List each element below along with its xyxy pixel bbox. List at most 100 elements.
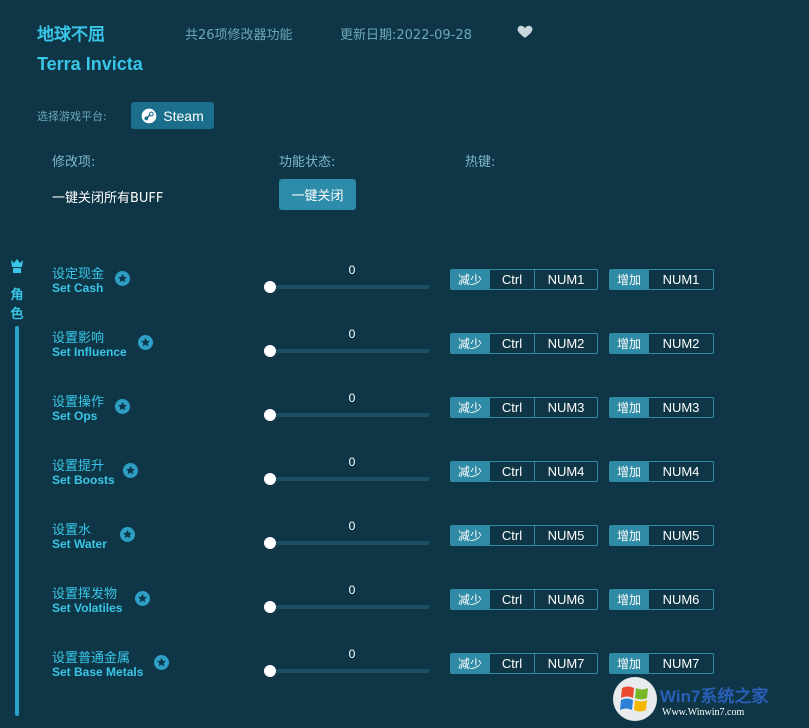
- decrease-key: NUM4: [534, 462, 597, 481]
- modifier-key: Ctrl: [489, 526, 534, 545]
- disable-all-buff-label: 一键关闭所有BUFF: [52, 191, 164, 206]
- increase-hotkey[interactable]: 增加 NUM7: [609, 653, 714, 674]
- decrease-hotkey[interactable]: 减少 Ctrl NUM2: [450, 333, 598, 354]
- increase-key: NUM3: [648, 398, 713, 417]
- increase-label: 增加: [610, 654, 648, 673]
- slider-thumb[interactable]: [264, 537, 276, 549]
- increase-key: NUM1: [648, 270, 713, 289]
- mod-row-influence: 设置影响 Set Influence 0 减少 Ctrl NUM2 增加 NUM…: [0, 327, 809, 391]
- star-icon[interactable]: [138, 335, 153, 350]
- increase-label: 增加: [610, 270, 648, 289]
- column-header-hotkey: 热键:: [465, 155, 496, 170]
- row-label-cn: 设置普通金属: [52, 651, 131, 666]
- slider-value: 0: [348, 455, 356, 469]
- increase-hotkey[interactable]: 增加 NUM3: [609, 397, 714, 418]
- decrease-hotkey[interactable]: 减少 Ctrl NUM5: [450, 525, 598, 546]
- star-icon[interactable]: [115, 271, 130, 286]
- increase-hotkey[interactable]: 增加 NUM4: [609, 461, 714, 482]
- update-date: 更新日期:2022-09-28: [340, 28, 472, 43]
- row-label-en: Set Volatiles: [52, 601, 123, 615]
- decrease-hotkey[interactable]: 减少 Ctrl NUM6: [450, 589, 598, 610]
- decrease-key: NUM7: [534, 654, 597, 673]
- slider-value: 0: [348, 391, 356, 405]
- increase-key: NUM2: [648, 334, 713, 353]
- steam-label: Steam: [163, 107, 204, 124]
- modifier-key: Ctrl: [489, 270, 534, 289]
- column-header-status: 功能状态:: [279, 155, 336, 170]
- slider-thumb[interactable]: [264, 601, 276, 613]
- row-label-en: Set Cash: [52, 281, 104, 295]
- decrease-key: NUM3: [534, 398, 597, 417]
- row-label-cn: 设置影响: [52, 331, 105, 346]
- decrease-key: NUM5: [534, 526, 597, 545]
- increase-label: 增加: [610, 334, 648, 353]
- decrease-label: 减少: [451, 398, 489, 417]
- steam-platform-button[interactable]: Steam: [131, 102, 214, 129]
- slider-thumb[interactable]: [264, 409, 276, 421]
- heart-icon[interactable]: [516, 22, 534, 40]
- slider-thumb[interactable]: [264, 281, 276, 293]
- decrease-label: 减少: [451, 526, 489, 545]
- decrease-hotkey[interactable]: 减少 Ctrl NUM3: [450, 397, 598, 418]
- slider-track[interactable]: [268, 349, 430, 353]
- slider-track[interactable]: [268, 605, 430, 609]
- row-label-cn: 设定现金: [52, 267, 105, 282]
- decrease-label: 减少: [451, 654, 489, 673]
- star-icon[interactable]: [120, 527, 135, 542]
- slider-value: 0: [348, 327, 356, 341]
- increase-hotkey[interactable]: 增加 NUM6: [609, 589, 714, 610]
- increase-key: NUM4: [648, 462, 713, 481]
- slider-track[interactable]: [268, 285, 430, 289]
- slider-value: 0: [348, 583, 356, 597]
- disable-all-buff-button[interactable]: 一键关闭: [279, 179, 356, 210]
- steam-icon: [141, 108, 157, 123]
- decrease-label: 减少: [451, 462, 489, 481]
- increase-hotkey[interactable]: 增加 NUM2: [609, 333, 714, 354]
- slider-track[interactable]: [268, 541, 430, 545]
- slider-track[interactable]: [268, 669, 430, 673]
- decrease-hotkey[interactable]: 减少 Ctrl NUM4: [450, 461, 598, 482]
- increase-key: NUM7: [648, 654, 713, 673]
- slider-track[interactable]: [268, 413, 430, 417]
- game-title-cn: 地球不屈: [37, 25, 105, 45]
- increase-hotkey[interactable]: 增加 NUM1: [609, 269, 714, 290]
- decrease-key: NUM6: [534, 590, 597, 609]
- watermark-brand: Win7系统之家: [660, 687, 769, 706]
- increase-label: 增加: [610, 462, 648, 481]
- decrease-label: 减少: [451, 334, 489, 353]
- row-label-cn: 设置水: [52, 523, 92, 538]
- slider-track[interactable]: [268, 477, 430, 481]
- increase-hotkey[interactable]: 增加 NUM5: [609, 525, 714, 546]
- game-title-en: Terra Invicta: [37, 54, 143, 74]
- star-icon[interactable]: [135, 591, 150, 606]
- star-icon[interactable]: [123, 463, 138, 478]
- star-icon[interactable]: [154, 655, 169, 670]
- increase-key: NUM6: [648, 590, 713, 609]
- row-label-en: Set Ops: [52, 409, 98, 423]
- slider-thumb[interactable]: [264, 345, 276, 357]
- platform-label: 选择游戏平台:: [37, 110, 107, 123]
- mod-row-cash: 设定现金 Set Cash 0 减少 Ctrl NUM1 增加 NUM1: [0, 263, 809, 327]
- decrease-label: 减少: [451, 590, 489, 609]
- modifier-key: Ctrl: [489, 590, 534, 609]
- decrease-hotkey[interactable]: 减少 Ctrl NUM1: [450, 269, 598, 290]
- decrease-label: 减少: [451, 270, 489, 289]
- slider-value: 0: [348, 263, 356, 277]
- decrease-key: NUM1: [534, 270, 597, 289]
- star-icon[interactable]: [115, 399, 130, 414]
- increase-key: NUM5: [648, 526, 713, 545]
- slider-value: 0: [348, 647, 356, 661]
- column-header-mod: 修改项:: [52, 155, 96, 170]
- slider-thumb[interactable]: [264, 473, 276, 485]
- row-label-cn: 设置提升: [52, 459, 105, 474]
- decrease-key: NUM2: [534, 334, 597, 353]
- mod-row-water: 设置水 Set Water 0 减少 Ctrl NUM5 增加 NUM5: [0, 519, 809, 583]
- modifier-key: Ctrl: [489, 398, 534, 417]
- modifier-key: Ctrl: [489, 334, 534, 353]
- watermark-url: Www.Winwin7.com: [662, 707, 745, 718]
- row-label-cn: 设置挥发物: [52, 587, 118, 602]
- increase-label: 增加: [610, 526, 648, 545]
- slider-thumb[interactable]: [264, 665, 276, 677]
- decrease-hotkey[interactable]: 减少 Ctrl NUM7: [450, 653, 598, 674]
- row-label-en: Set Boosts: [52, 473, 115, 487]
